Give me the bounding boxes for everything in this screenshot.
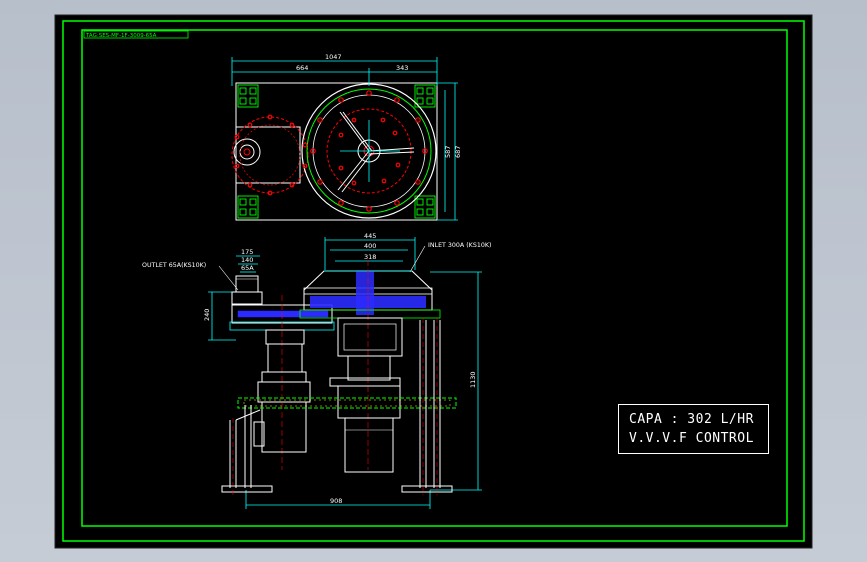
capacity-note-box: CAPA : 302 L/HR V.V.V.F CONTROL xyxy=(618,404,769,454)
dim-908: 908 xyxy=(330,497,342,505)
dim-318: 318 xyxy=(364,253,376,261)
dim-right: 343 xyxy=(396,64,408,72)
dim-overall-width: 1047 xyxy=(325,53,342,61)
capacity-note-line2: V.V.V.F CONTROL xyxy=(629,431,754,446)
dim-445: 445 xyxy=(364,232,376,240)
dim-height-inner: 587 xyxy=(444,146,452,158)
dim-240: 240 xyxy=(203,309,211,321)
cad-viewport[interactable]: TAG:SES-MF-1F-3009-65A 1047 664 343 587 … xyxy=(0,0,867,562)
dim-175: 175 xyxy=(241,248,253,256)
capacity-note-line1: CAPA : 302 L/HR xyxy=(629,412,754,427)
dim-1130: 1130 xyxy=(469,371,477,388)
dim-height-outer: 687 xyxy=(454,146,462,158)
inlet-label: INLET 300A (KS10K) xyxy=(428,242,491,249)
dim-65a: 65A xyxy=(241,264,254,272)
dim-400: 400 xyxy=(364,242,376,250)
title-tag-text: TAG:SES-MF-1F-3009-65A xyxy=(85,33,157,39)
outlet-label: OUTLET 65A(KS10K) xyxy=(142,262,206,269)
dim-140: 140 xyxy=(241,256,253,264)
dim-left: 664 xyxy=(296,64,308,72)
drawing-sheet[interactable]: TAG:SES-MF-1F-3009-65A 1047 664 343 587 … xyxy=(0,0,867,562)
